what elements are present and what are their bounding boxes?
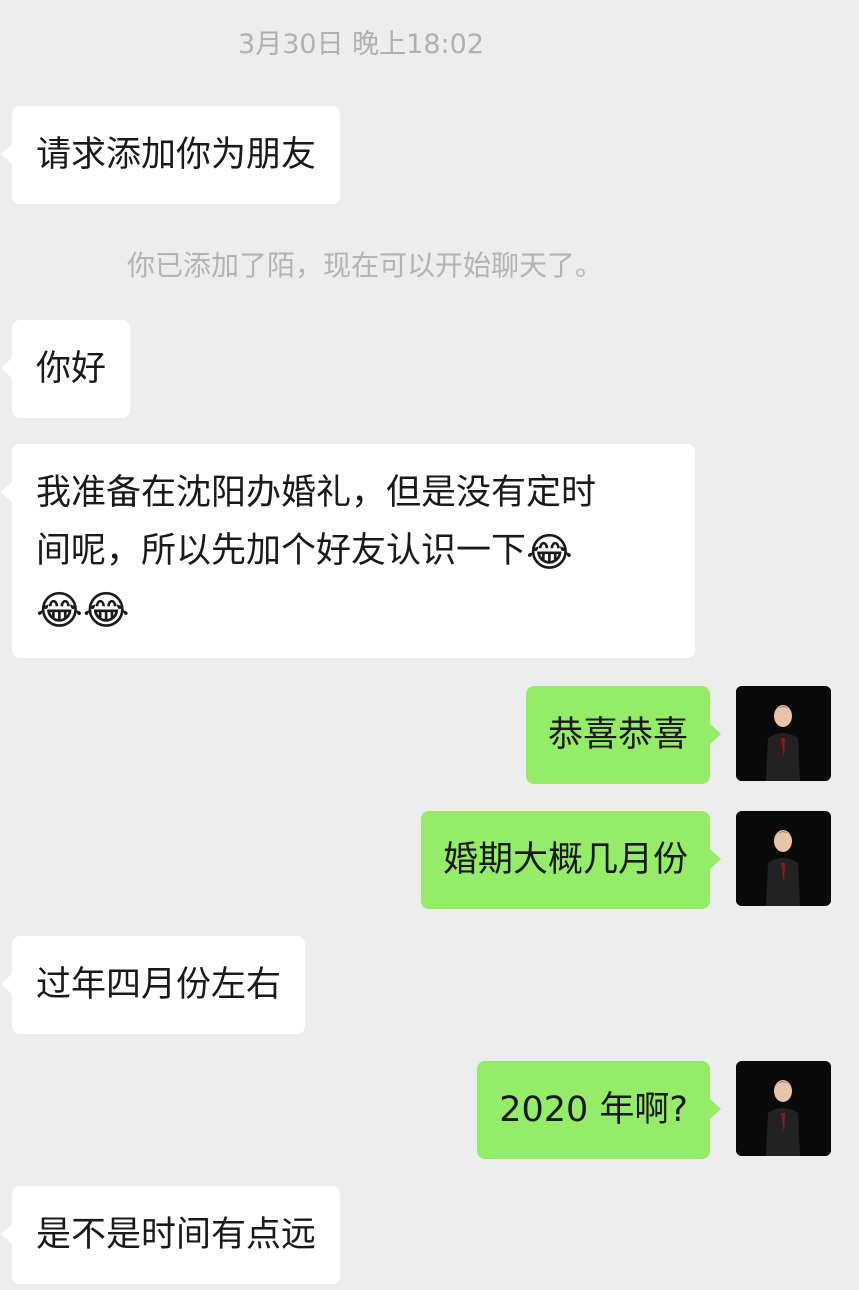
message-text: 过年四月份左右 [36, 965, 282, 1005]
message-text: 是不是时间有点远 [36, 1215, 317, 1255]
message-bubble-incoming[interactable]: 是不是时间有点远 [0, 1186, 341, 1284]
person-photo-icon [736, 811, 831, 906]
message-text: 婚期大概几月份 [442, 840, 688, 880]
message-text: 请求添加你为朋友 [36, 135, 317, 175]
message-text: 间呢，所以先加个好友认识一下 [36, 531, 527, 571]
message-bubble-incoming[interactable]: 请求添加你为朋友 [0, 106, 341, 204]
message-bubble-incoming[interactable]: 过年四月份左右 [0, 936, 306, 1034]
message-text: 我准备在沈阳办婚礼，但是没有定时 [36, 473, 597, 513]
user-avatar[interactable] [736, 686, 831, 781]
system-notice: 你已添加了陌，现在可以开始聊天了。 [126, 249, 603, 282]
user-avatar[interactable] [736, 811, 831, 906]
message-text: 你好 [36, 349, 107, 389]
user-avatar[interactable] [736, 1061, 831, 1156]
person-photo-icon [736, 1061, 831, 1156]
chat-timestamp: 3月30日 晚上18:02 [238, 29, 484, 60]
message-bubble-incoming[interactable]: 我准备在沈阳办婚礼，但是没有定时 间呢，所以先加个好友认识一下😂 😂😂 [1, 444, 695, 658]
facepalm-laughing-emoji-icon: 😂 [82, 588, 130, 634]
facepalm-laughing-emoji-icon: 😂 [526, 530, 573, 576]
message-bubble-incoming[interactable]: 你好 [0, 320, 131, 418]
message-bubble-outgoing[interactable]: 2020 年啊? [477, 1061, 721, 1159]
person-photo-icon [736, 686, 831, 781]
message-text: 恭喜恭喜 [547, 715, 688, 755]
facepalm-laughing-emoji-icon: 😂 [36, 588, 83, 634]
message-bubble-outgoing[interactable]: 婚期大概几月份 [420, 811, 722, 909]
message-bubble-outgoing[interactable]: 恭喜恭喜 [525, 686, 722, 784]
message-text: 2020 年啊? [499, 1090, 688, 1130]
